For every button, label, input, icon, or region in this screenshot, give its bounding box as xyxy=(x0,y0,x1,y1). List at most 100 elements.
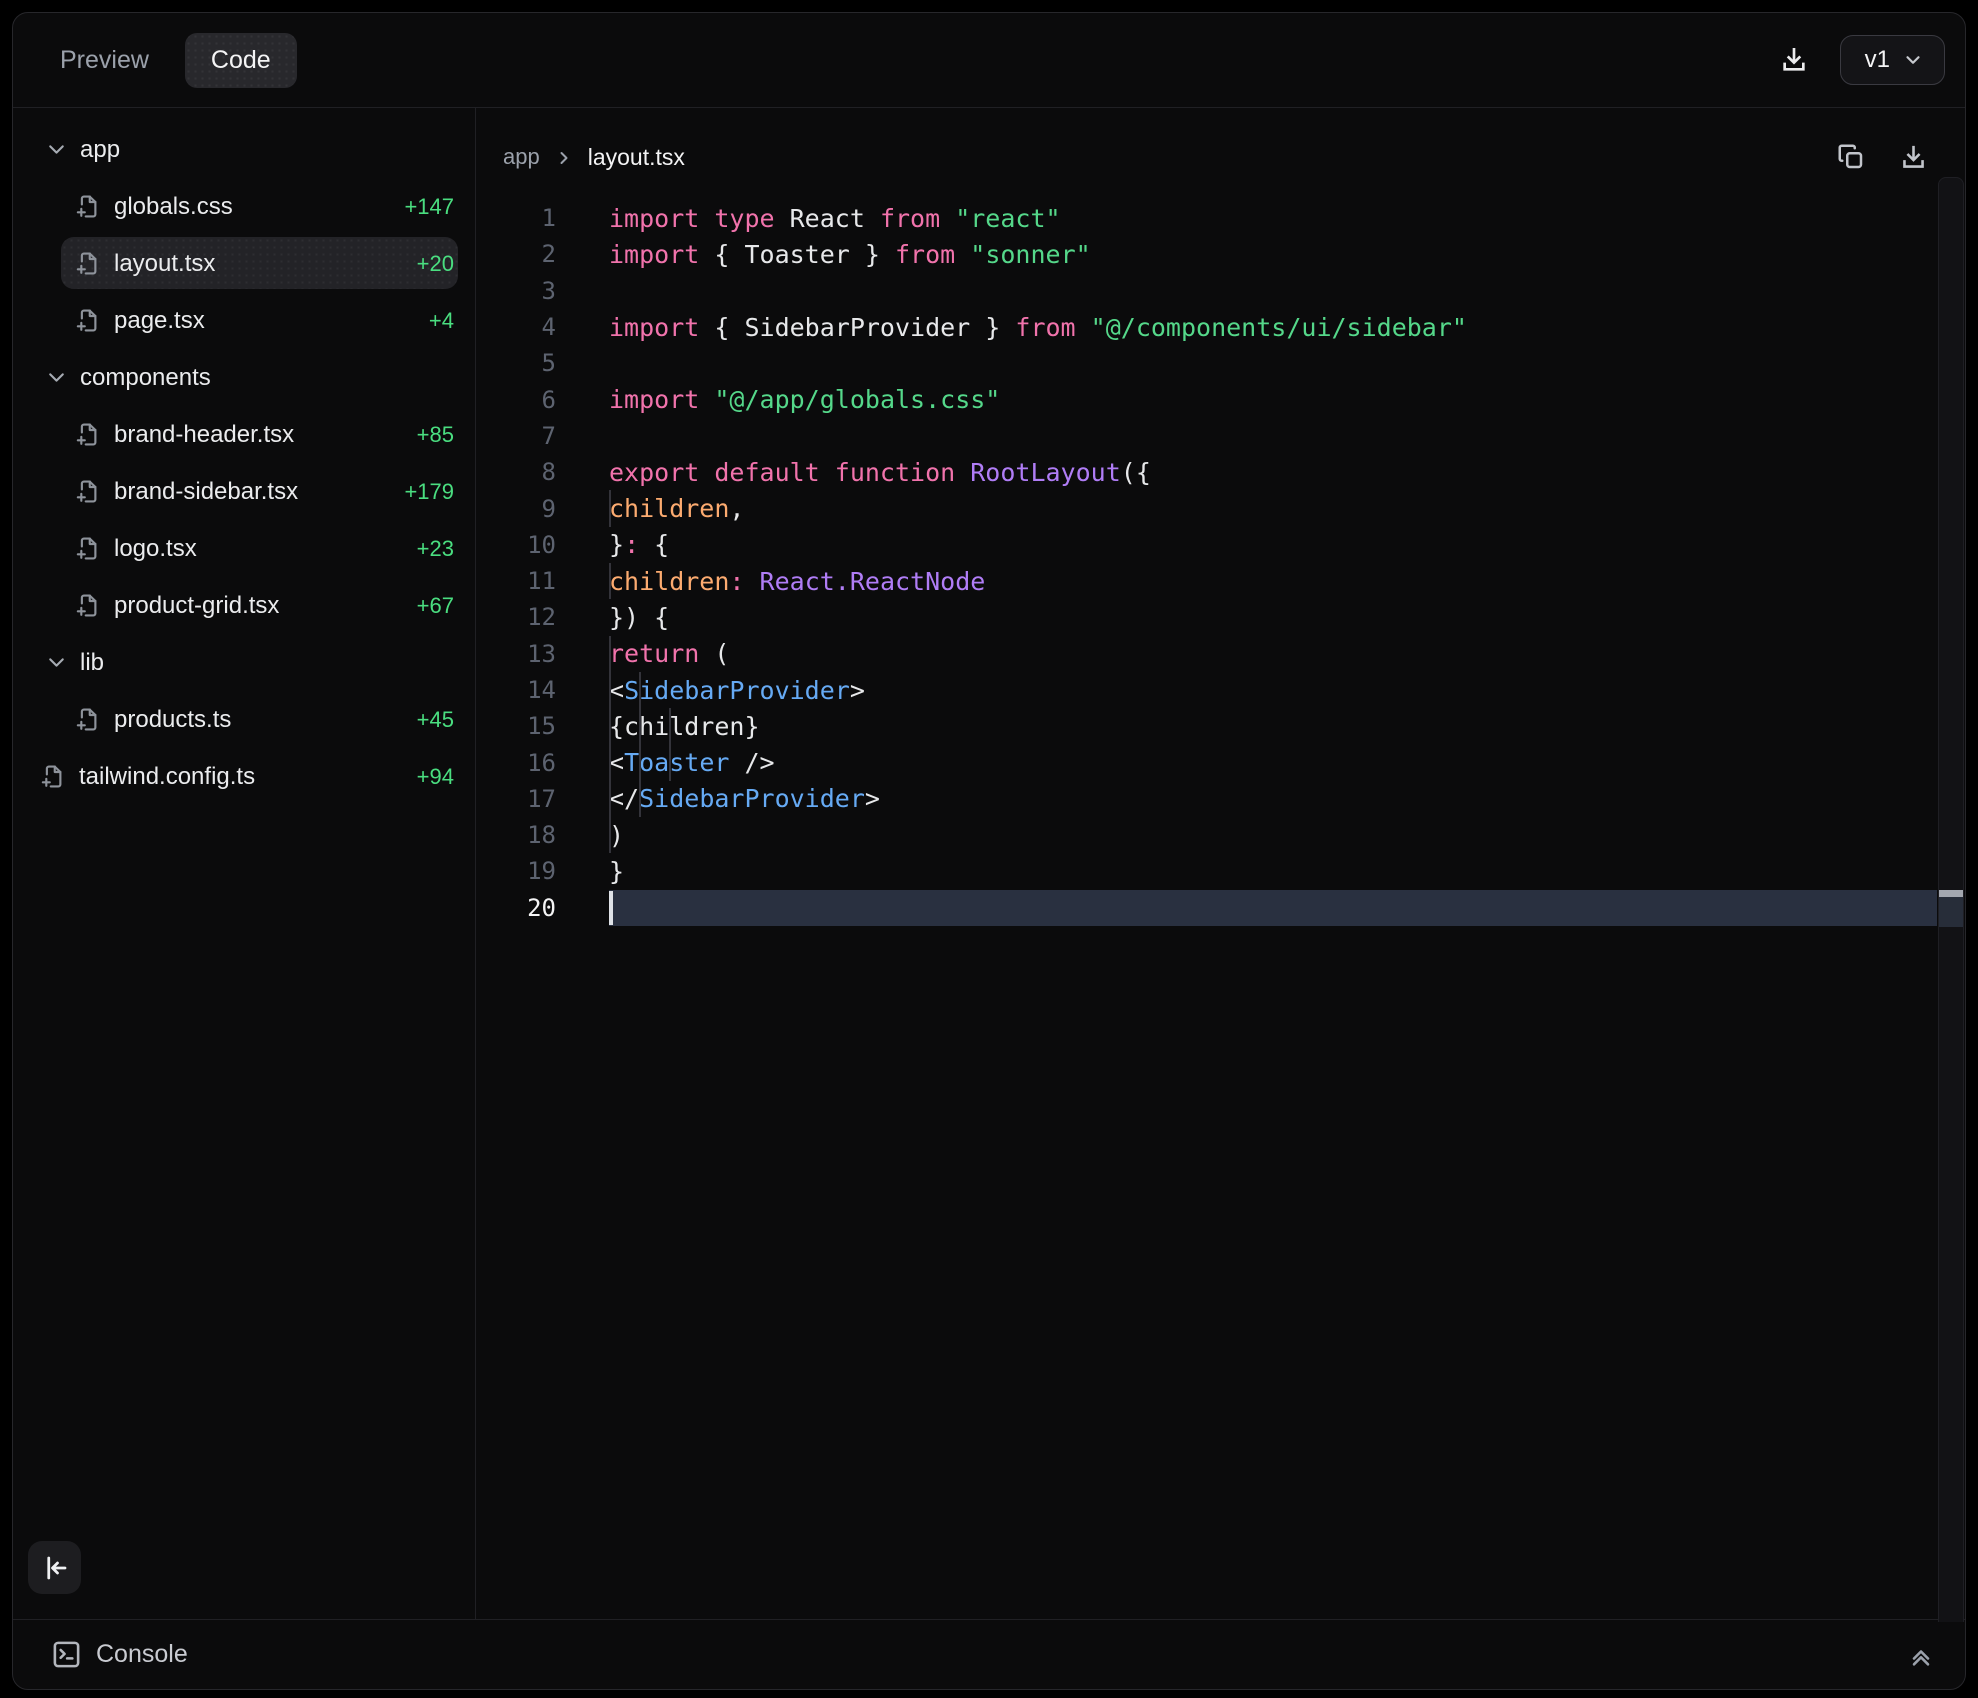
diff-added-count: +23 xyxy=(417,536,454,562)
code-line-5[interactable]: 5 xyxy=(476,345,1937,381)
code-line-18[interactable]: 18 ) xyxy=(476,817,1937,853)
tree-item-components[interactable]: components xyxy=(13,349,475,406)
code-line-9[interactable]: 9 children, xyxy=(476,490,1937,526)
code-editor[interactable]: 1 import type React from "react"2import {… xyxy=(476,200,1937,926)
token-kw: default xyxy=(714,458,834,487)
breadcrumb-folder[interactable]: app xyxy=(503,144,540,170)
token-pl: /> xyxy=(729,748,774,777)
token-pl: } xyxy=(609,857,624,886)
code-line-15[interactable]: 15 {children} xyxy=(476,708,1937,744)
code-line-8[interactable]: 8export default function RootLayout({ xyxy=(476,454,1937,490)
code-line-6[interactable]: 6 import "@/app/globals.css" xyxy=(476,381,1937,417)
file-plus-icon xyxy=(74,421,101,448)
tree-item-brand-header-tsx[interactable]: brand-header.tsx+85 xyxy=(13,406,475,463)
indent-guide xyxy=(669,708,671,744)
code-line-1[interactable]: 1 import type React from "react" xyxy=(476,200,1937,236)
line-number: 5 xyxy=(476,349,556,377)
indent-guide xyxy=(639,672,641,708)
token-kw: function xyxy=(835,458,970,487)
code-line-10[interactable]: 10}: { xyxy=(476,527,1937,563)
editor-scrollbar[interactable] xyxy=(1938,177,1964,1622)
tab-code[interactable]: Code xyxy=(185,33,297,88)
tree-item-tailwind-config-ts[interactable]: tailwind.config.ts+94 xyxy=(13,748,475,805)
panel-body: app globals.css +147 layout.tsx+20page.tsx+… xyxy=(13,108,1965,1619)
token-str: "@/app/globals.css" xyxy=(714,385,1000,414)
line-number: 9 xyxy=(476,495,556,523)
download-button[interactable] xyxy=(1774,40,1814,80)
file-tree-sidebar: app globals.css +147 layout.tsx+20page.tsx+… xyxy=(13,108,476,1619)
copy-code-button[interactable] xyxy=(1832,138,1870,176)
version-dropdown[interactable]: v1 xyxy=(1840,35,1945,85)
terminal-icon xyxy=(51,1639,82,1670)
indent-guide xyxy=(669,744,671,780)
chevron-right-icon xyxy=(554,148,574,168)
line-number: 1 xyxy=(476,204,556,232)
tree-item-label: products.ts xyxy=(114,706,231,734)
token-kw: import xyxy=(609,313,699,342)
scrollbar-thumb[interactable] xyxy=(1939,890,1963,897)
line-number: 17 xyxy=(476,785,556,813)
line-number: 6 xyxy=(476,386,556,414)
code-line-13[interactable]: 13 return ( xyxy=(476,636,1937,672)
indent-guide xyxy=(609,636,611,672)
indent-guide xyxy=(639,744,641,780)
tree-item-app[interactable]: app xyxy=(13,121,475,178)
code-line-4[interactable]: 4import { SidebarProvider } from "@/comp… xyxy=(476,309,1937,345)
token-fn: React.ReactNode xyxy=(760,567,986,596)
console-bar[interactable]: Console xyxy=(13,1619,1965,1689)
tab-preview[interactable]: Preview xyxy=(46,34,163,87)
code-line-14[interactable]: 14 <SidebarProvider> xyxy=(476,672,1937,708)
tree-item-label: app xyxy=(80,136,120,164)
line-number: 14 xyxy=(476,676,556,704)
token-pl xyxy=(1076,313,1091,342)
chevrons-up-icon xyxy=(1907,1641,1935,1669)
token-kw: export xyxy=(609,458,714,487)
editor-lines: 1 import type React from "react"2import {… xyxy=(476,200,1937,926)
tree-item-globals-css[interactable]: globals.css +147 xyxy=(13,178,475,235)
tree-item-lib[interactable]: lib xyxy=(13,634,475,691)
token-kw: from xyxy=(880,204,955,233)
indent-guide xyxy=(609,744,611,780)
chevron-down-icon xyxy=(44,365,70,390)
line-number: 12 xyxy=(476,603,556,631)
code-line-17[interactable]: 17 </SidebarProvider> xyxy=(476,781,1937,817)
diff-added-count: +147 xyxy=(404,194,454,220)
code-line-content xyxy=(609,345,1937,381)
token-pl: {children} xyxy=(609,712,760,741)
code-line-content: } xyxy=(609,853,1937,889)
diff-added-count: +85 xyxy=(417,422,454,448)
tree-item-logo-tsx[interactable]: logo.tsx+23 xyxy=(13,520,475,577)
code-line-20[interactable]: 20 xyxy=(476,890,1937,926)
tree-item-products-ts[interactable]: products.ts +45 xyxy=(13,691,475,748)
token-prm: children xyxy=(609,567,729,596)
line-number: 13 xyxy=(476,640,556,668)
diff-added-count: +45 xyxy=(417,707,454,733)
tree-item-layout-tsx[interactable]: layout.tsx+20 xyxy=(13,235,475,292)
tree-item-label: globals.css xyxy=(114,193,233,221)
tree-item-label: product-grid.tsx xyxy=(114,592,279,620)
code-line-content: import type React from "react" xyxy=(609,200,1937,236)
line-number: 15 xyxy=(476,712,556,740)
tree-item-product-grid-tsx[interactable]: product-grid.tsx+67 xyxy=(13,577,475,634)
code-line-19[interactable]: 19} xyxy=(476,853,1937,889)
file-plus-icon xyxy=(39,763,66,790)
expand-console-button[interactable] xyxy=(1901,1635,1941,1675)
token-pl: { SidebarProvider } xyxy=(699,313,1015,342)
tree-item-brand-sidebar-tsx[interactable]: brand-sidebar.tsx+179 xyxy=(13,463,475,520)
download-file-button[interactable] xyxy=(1894,138,1933,177)
indent-guide xyxy=(609,563,611,599)
file-plus-icon xyxy=(74,535,101,562)
code-line-12[interactable]: 12}) { xyxy=(476,599,1937,635)
code-line-7[interactable]: 7 xyxy=(476,418,1937,454)
tree-item-label: brand-sidebar.tsx xyxy=(114,478,298,506)
tree-item-page-tsx[interactable]: page.tsx+4 xyxy=(13,292,475,349)
collapse-sidebar-button[interactable] xyxy=(28,1541,81,1594)
token-pl: < xyxy=(609,676,624,705)
code-line-2[interactable]: 2import { Toaster } from "sonner" xyxy=(476,236,1937,272)
code-line-16[interactable]: 16 <Toaster /> xyxy=(476,744,1937,780)
token-kw: import xyxy=(609,385,699,414)
code-line-11[interactable]: 11 children: React.ReactNode xyxy=(476,563,1937,599)
code-line-3[interactable]: 3 xyxy=(476,273,1937,309)
version-label: v1 xyxy=(1865,46,1890,74)
token-str: "sonner" xyxy=(970,240,1090,269)
